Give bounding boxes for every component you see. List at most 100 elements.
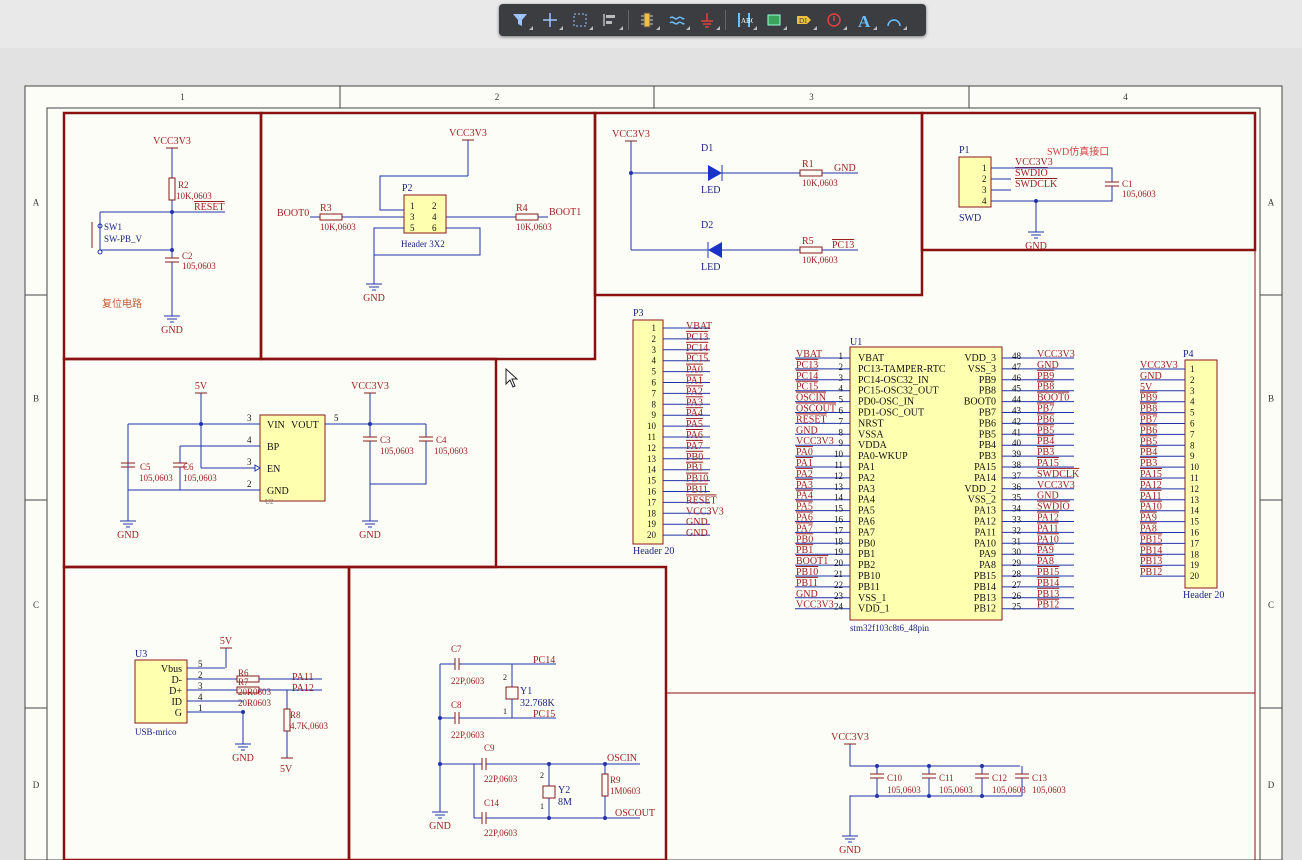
label: 105,0603 bbox=[1122, 189, 1156, 199]
label: 4 bbox=[432, 212, 437, 222]
label: 35 bbox=[1012, 493, 1022, 503]
power-label: VCC3V3 bbox=[351, 381, 389, 392]
label: PA12 bbox=[1140, 480, 1162, 491]
label: 8M bbox=[558, 797, 572, 808]
label: PA1 bbox=[796, 458, 813, 469]
label: 105,0603 bbox=[183, 473, 217, 483]
label: 5 bbox=[410, 223, 415, 233]
ground-label: GND bbox=[359, 530, 381, 541]
ground-label: GND bbox=[232, 753, 254, 764]
label: GND bbox=[1037, 360, 1059, 371]
junction-dot bbox=[547, 762, 551, 766]
label: PA5 bbox=[796, 502, 813, 513]
label: 10K,0603 bbox=[176, 191, 212, 201]
label: 17 bbox=[1190, 538, 1200, 548]
label: 2 bbox=[198, 670, 203, 680]
label: PB15 bbox=[974, 571, 996, 582]
label: P1 bbox=[959, 145, 970, 156]
label: 1 bbox=[982, 163, 987, 173]
label: 3 bbox=[247, 457, 252, 467]
label: PA12 bbox=[292, 683, 314, 694]
label: PA11 bbox=[1037, 523, 1059, 534]
label: 105,0603 bbox=[182, 261, 216, 271]
label: VBAT bbox=[686, 321, 712, 332]
label: PB14 bbox=[1037, 578, 1059, 589]
label: PA12 bbox=[974, 517, 996, 528]
label: 1 bbox=[540, 802, 544, 811]
label: 37 bbox=[1012, 471, 1022, 481]
label: PB9 bbox=[1140, 393, 1157, 404]
label: C5 bbox=[140, 462, 151, 472]
label: PB10 bbox=[686, 474, 708, 485]
label: 18 bbox=[834, 536, 844, 546]
label: P3 bbox=[633, 308, 644, 319]
label: C10 bbox=[887, 773, 903, 783]
label: 4.7K,0603 bbox=[290, 721, 328, 731]
label: C13 bbox=[1032, 773, 1048, 783]
label: PA0 bbox=[796, 447, 813, 458]
label: 20 bbox=[1190, 571, 1200, 581]
label: 1 bbox=[1190, 364, 1195, 374]
label: PA6 bbox=[796, 513, 813, 524]
label: VDD_1 bbox=[858, 604, 890, 615]
label: VSSA bbox=[858, 429, 884, 440]
label: PB0 bbox=[686, 452, 703, 463]
label: PA6 bbox=[686, 430, 703, 441]
ground-label: GND bbox=[161, 325, 183, 336]
label: 24 bbox=[834, 602, 844, 612]
label: 11 bbox=[1190, 473, 1199, 483]
label: 16 bbox=[1190, 528, 1200, 538]
label: 4 bbox=[1190, 397, 1195, 407]
label: 28 bbox=[1012, 569, 1022, 579]
junction-dot bbox=[875, 764, 879, 768]
label: R4 bbox=[516, 203, 528, 214]
label: SWDCLK bbox=[1037, 469, 1080, 480]
label: PA4 bbox=[686, 408, 703, 419]
label: 14 bbox=[834, 493, 844, 503]
label: 14 bbox=[1190, 506, 1200, 516]
label: 1 bbox=[652, 323, 657, 333]
label: 45 bbox=[1012, 384, 1022, 394]
label: PA9 bbox=[979, 549, 996, 560]
label: 2 bbox=[432, 201, 437, 211]
label: PA12 bbox=[1037, 513, 1059, 524]
label: P2 bbox=[402, 183, 413, 194]
label: C4 bbox=[436, 435, 447, 445]
label: PA1 bbox=[686, 376, 703, 387]
label: VSS_1 bbox=[858, 593, 886, 604]
label: PA11 bbox=[292, 672, 314, 683]
label: PB1 bbox=[796, 545, 813, 556]
label: 2 bbox=[503, 673, 507, 682]
label: C12 bbox=[992, 773, 1007, 783]
label: PB13 bbox=[1140, 556, 1162, 567]
label: PB11 bbox=[796, 578, 818, 589]
label: PB15 bbox=[1140, 534, 1162, 545]
label: 16 bbox=[834, 515, 844, 525]
label: NRST bbox=[858, 418, 884, 429]
label: 42 bbox=[1012, 416, 1021, 426]
junction-dot bbox=[1034, 199, 1038, 203]
label: VDDA bbox=[858, 440, 888, 451]
label: PA13 bbox=[974, 506, 996, 517]
label: D- bbox=[171, 675, 182, 686]
label: 18 bbox=[1190, 549, 1200, 559]
label: Vbus bbox=[161, 664, 182, 675]
label: D1 bbox=[701, 143, 713, 154]
label: 5 bbox=[334, 413, 339, 423]
label: C11 bbox=[939, 773, 954, 783]
label: 40 bbox=[1012, 438, 1022, 448]
label: 22 bbox=[834, 580, 843, 590]
label: VCC3V3 bbox=[1037, 349, 1075, 360]
label: OSCIN bbox=[607, 753, 637, 764]
label: 44 bbox=[1012, 395, 1022, 405]
label: GND bbox=[1140, 371, 1162, 382]
label: PA7 bbox=[796, 523, 813, 534]
label: PC14-OSC32_IN bbox=[858, 375, 929, 386]
label: 1 bbox=[198, 703, 203, 713]
label: 105,0603 bbox=[434, 446, 468, 456]
label: PB7 bbox=[979, 408, 996, 419]
label: PB5 bbox=[1037, 425, 1054, 436]
label: BOOT0 bbox=[277, 208, 309, 219]
label: 2 bbox=[652, 334, 657, 344]
label: R1 bbox=[802, 159, 814, 170]
